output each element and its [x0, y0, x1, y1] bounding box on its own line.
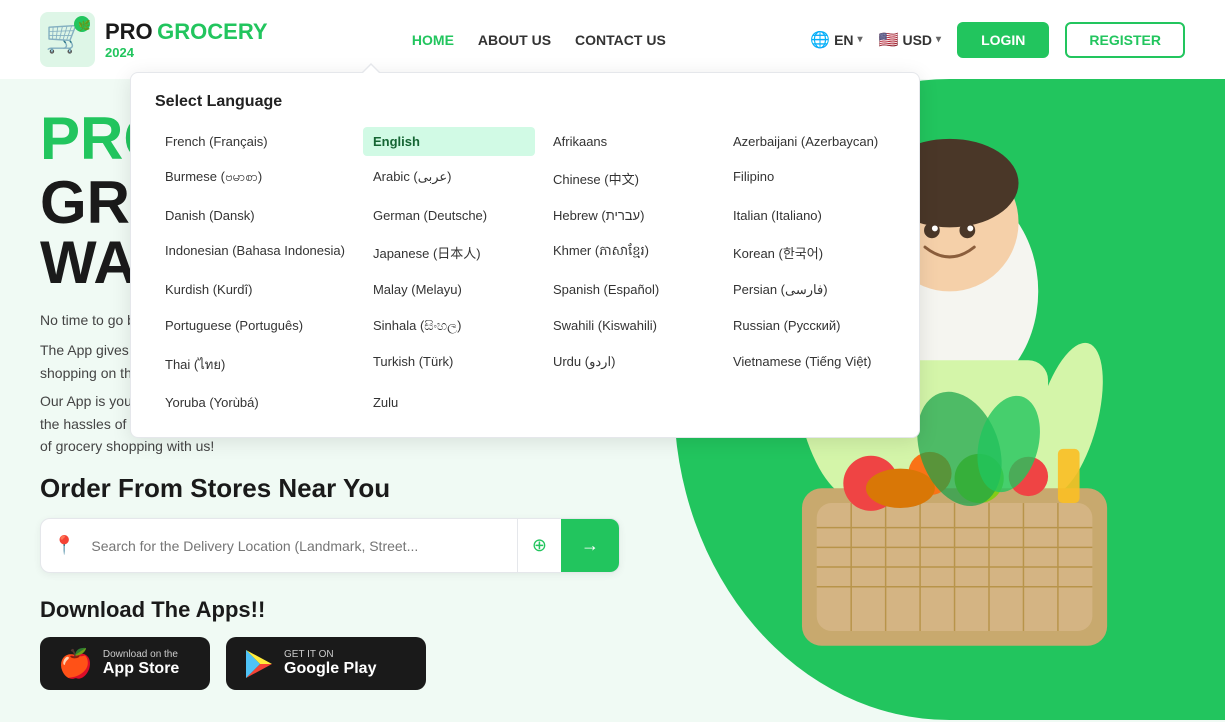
currency-code: USD — [902, 32, 932, 48]
language-option[interactable]: Spanish (Español) — [543, 275, 715, 305]
google-play-text: GET IT ON Google Play — [284, 649, 376, 678]
app-store-text: Download on the App Store — [103, 649, 179, 678]
order-title: Order From Stores Near You — [40, 473, 634, 504]
nav-about[interactable]: ABOUT US — [478, 32, 551, 48]
language-option[interactable]: Kurdish (Kurdî) — [155, 275, 355, 305]
app-store-small: Download on the — [103, 649, 179, 660]
apps-title: Download The Apps!! — [40, 597, 634, 623]
language-grid: French (Français) English Afrikaans Azerbai… — [155, 127, 895, 417]
logo: 🛒 🌿 PRO GROCERY 2024 — [40, 12, 268, 67]
app-buttons: 🍎 Download on the App Store GET IT ON Go… — [40, 637, 634, 690]
globe-icon: 🌐 — [810, 30, 830, 50]
location-pin-icon: 📍 — [41, 535, 87, 556]
language-selector[interactable]: 🌐 EN ▾ — [810, 30, 862, 50]
language-option[interactable]: Russian (Русский) — [723, 311, 895, 341]
google-play-big: Google Play — [284, 660, 376, 678]
language-option[interactable]: Japanese (日本人) — [363, 236, 535, 269]
language-option[interactable]: Turkish (Türk) — [363, 347, 535, 382]
language-option[interactable]: Danish (Dansk) — [155, 201, 355, 230]
header: 🛒 🌿 PRO GROCERY 2024 HOME ABOUT US CONTA… — [0, 0, 1225, 79]
nav: HOME ABOUT US CONTACT US — [412, 32, 666, 48]
register-button[interactable]: REGISTER — [1065, 22, 1185, 58]
language-option[interactable]: Persian (فارسی) — [723, 275, 895, 305]
google-play-small: GET IT ON — [284, 649, 376, 660]
logo-pro: PRO — [105, 19, 153, 44]
language-option[interactable]: French (Français) — [155, 127, 355, 156]
gps-button[interactable]: ⊕ — [517, 519, 561, 572]
language-option[interactable]: Korean (한국어) — [723, 236, 895, 269]
language-option[interactable]: Zulu — [363, 388, 535, 417]
language-option[interactable]: Indonesian (Bahasa Indonesia) — [155, 236, 355, 269]
login-button[interactable]: LOGIN — [957, 22, 1049, 58]
dropdown-title: Select Language — [155, 93, 895, 111]
language-code: EN — [834, 32, 853, 48]
language-option[interactable]: Afrikaans — [543, 127, 715, 156]
language-option[interactable]: Azerbaijani (Azerbaycan) — [723, 127, 895, 156]
currency-flag-icon: 🇺🇸 — [879, 30, 899, 50]
nav-home[interactable]: HOME — [412, 32, 454, 48]
google-play-button[interactable]: GET IT ON Google Play — [226, 637, 426, 690]
language-option[interactable]: Vietnamese (Tiếng Việt) — [723, 347, 895, 382]
app-store-button[interactable]: 🍎 Download on the App Store — [40, 637, 210, 690]
language-option[interactable]: Filipino — [723, 162, 895, 195]
language-dropdown: Select Language French (Français) English… — [130, 72, 920, 438]
language-option[interactable]: Malay (Melayu) — [363, 275, 535, 305]
language-option[interactable]: Hebrew (עברית) — [543, 201, 715, 230]
logo-year: 2024 — [105, 45, 268, 60]
language-option[interactable]: Khmer (ភាសាខ្មែរ) — [543, 236, 715, 269]
language-option[interactable]: Thai (ไทย) — [155, 347, 355, 382]
language-option[interactable]: Swahili (Kiswahili) — [543, 311, 715, 341]
language-option[interactable]: Chinese (中文) — [543, 162, 715, 195]
lang-chevron-icon: ▾ — [858, 34, 863, 45]
language-option[interactable]: English — [363, 127, 535, 156]
lang-currency-area: 🌐 EN ▾ 🇺🇸 USD ▾ LOGIN REGISTER — [810, 22, 1185, 58]
currency-chevron-icon: ▾ — [936, 34, 941, 45]
logo-grocery: GROCERY — [157, 19, 267, 44]
language-option[interactable]: Burmese (ဗမာစာ) — [155, 162, 355, 195]
language-option[interactable]: German (Deutsche) — [363, 201, 535, 230]
search-go-button[interactable]: → — [561, 519, 619, 572]
search-input[interactable] — [87, 522, 516, 570]
logo-icon: 🛒 🌿 — [40, 12, 95, 67]
currency-selector[interactable]: 🇺🇸 USD ▾ — [879, 30, 942, 50]
language-option[interactable]: Sinhala (සිංහල) — [363, 311, 535, 341]
app-store-big: App Store — [103, 660, 179, 678]
language-option[interactable]: Yoruba (Yorùbá) — [155, 388, 355, 417]
nav-contact[interactable]: CONTACT US — [575, 32, 666, 48]
search-bar: 📍 ⊕ → — [40, 518, 620, 573]
language-option[interactable]: Italian (Italiano) — [723, 201, 895, 230]
language-option[interactable]: Urdu (اردو) — [543, 347, 715, 382]
google-play-icon — [244, 649, 274, 679]
svg-text:🌿: 🌿 — [78, 19, 90, 32]
language-option[interactable]: Portuguese (Português) — [155, 311, 355, 341]
language-option[interactable]: Arabic (عربى) — [363, 162, 535, 195]
logo-text: PRO GROCERY 2024 — [105, 19, 268, 60]
apple-icon: 🍎 — [58, 647, 93, 680]
